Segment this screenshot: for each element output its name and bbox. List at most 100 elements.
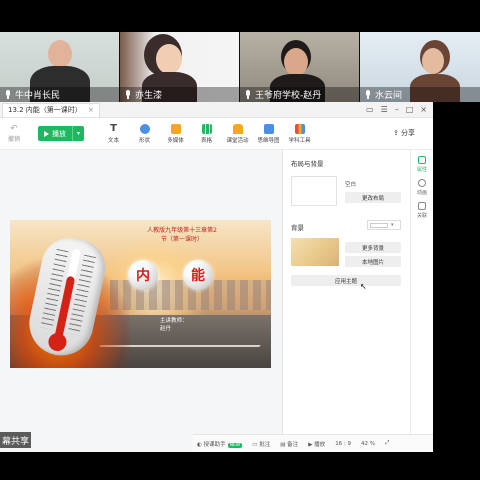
background-color-select[interactable]: ▾ (367, 220, 401, 230)
undo-button[interactable]: ↶ 撤销 (6, 124, 22, 143)
activity-icon (232, 123, 243, 134)
maximize-icon[interactable]: □ (406, 105, 414, 114)
annotate-button[interactable]: ▭ 批注 (252, 440, 270, 448)
screen: 牛中肖长民 亦生漆 王爷府学校-赵丹 水云间 13.2 内能（第一课时） × ▭… (0, 0, 480, 480)
presentation-app-window: 13.2 内能（第一课时） × ▭ ☰ – □ × ↶ 撤销 播放 ▾ T 文本… (0, 102, 433, 452)
tool-label: 课堂活动 (226, 137, 249, 144)
slide-canvas-area[interactable]: 人教版九年级第十三章第2 节（第一课时） 内 能 主讲教师： 赵丹 (0, 150, 282, 452)
background-label: 背景 (291, 224, 304, 232)
feedback-icon[interactable]: ▭ (366, 105, 374, 114)
tool-table[interactable]: 表格 (193, 123, 220, 144)
video-tile[interactable]: 亦生漆 (120, 32, 240, 102)
tool-text[interactable]: T 文本 (100, 123, 127, 144)
tool-label: 形状 (138, 137, 150, 144)
play-button[interactable]: 播放 ▾ (38, 126, 84, 141)
video-tile[interactable]: 王爷府学校-赵丹 (240, 32, 360, 102)
close-window-icon[interactable]: × (420, 105, 427, 114)
layout-name: 空白 (345, 182, 357, 188)
tool-media[interactable]: 多媒体 (162, 123, 189, 144)
notes-button[interactable]: ▤ 备注 (280, 440, 298, 448)
share-button[interactable]: ⇪ 分享 (393, 128, 415, 138)
close-tab-icon[interactable]: × (88, 106, 94, 114)
color-swatch (370, 222, 388, 228)
undo-label: 撤销 (7, 136, 20, 143)
participant-name: 亦生漆 (135, 91, 163, 101)
rail-label: 属性 (416, 167, 427, 173)
document-tab-title: 13.2 内能（第一课时） (8, 106, 82, 114)
tool-shape[interactable]: 形状 (131, 123, 158, 144)
assistant-label: 授课助手 (203, 441, 226, 448)
change-layout-button[interactable]: 更改布局 (345, 192, 401, 203)
status-play-button[interactable]: ▶ 播放 (308, 440, 325, 448)
participant-name-bar: 王爷府学校-赵丹 (240, 87, 359, 102)
menu-icon[interactable]: ☰ (381, 105, 388, 114)
tool-label: 多媒体 (167, 137, 184, 144)
layout-thumbnail[interactable] (291, 176, 337, 206)
new-badge: NEW (227, 442, 243, 448)
tool-class-activity[interactable]: 课堂活动 (224, 123, 251, 144)
tool-label: 思维导图 (257, 137, 280, 144)
participant-name-bar: 牛中肖长民 (0, 87, 119, 102)
apply-theme-button[interactable]: 应用主题 (291, 275, 401, 286)
slide-title-line: 节（第一课时） (160, 236, 203, 243)
share-label: 分享 (401, 129, 415, 137)
background-thumbnail[interactable] (291, 238, 339, 266)
video-strip: 牛中肖长民 亦生漆 王爷府学校-赵丹 水云间 (0, 32, 480, 102)
play-icon (44, 130, 49, 137)
rail-item-properties[interactable]: 属性 (411, 156, 433, 173)
status-play-label: 播放 (314, 441, 326, 448)
tool-label: 学科工具 (288, 137, 311, 144)
slide-presenter-name: 赵丹 (160, 326, 172, 332)
local-image-button[interactable]: 本地图片 (345, 256, 401, 267)
tool-mindmap[interactable]: 思维导图 (255, 123, 282, 144)
shape-icon (139, 123, 150, 134)
insert-tools: T 文本 形状 多媒体 表格 课堂活动 思维导图 学科工具 (100, 123, 313, 144)
participant-head (422, 48, 444, 74)
rail-label: 动画 (416, 190, 427, 196)
rail-item-animation[interactable]: 动画 (411, 179, 433, 196)
slide-presenter[interactable]: 主讲教师： 赵丹 (160, 317, 188, 333)
play-dropdown-icon[interactable]: ▾ (72, 126, 84, 141)
microphone-icon (245, 90, 251, 99)
link-icon (418, 202, 426, 210)
undo-icon: ↶ (10, 124, 18, 134)
microphone-icon (125, 90, 131, 99)
thermometer-bulb (46, 331, 69, 353)
participant-name-bar: 水云间 (360, 87, 480, 102)
participant-name: 王爷府学校-赵丹 (255, 91, 322, 101)
slide[interactable]: 人教版九年级第十三章第2 节（第一课时） 内 能 主讲教师： 赵丹 (10, 220, 271, 368)
layout-background-panel: 布局与背景 空白 更改布局 背景 ▾ 更多背景 本地图片 应用主题 ↖ (282, 150, 410, 452)
more-backgrounds-button[interactable]: 更多背景 (345, 242, 401, 253)
participant-name: 牛中肖长民 (15, 91, 61, 101)
fullscreen-icon[interactable]: ⤢ (385, 440, 389, 447)
video-tile[interactable]: 牛中肖长民 (0, 32, 120, 102)
status-bar: ◐ 授课助手 NEW ▭ 批注 ▤ 备注 ▶ 播放 16 : 9 42 % ⤢ (193, 434, 433, 452)
tool-label: 表格 (200, 137, 212, 144)
slide-title[interactable]: 人教版九年级第十三章第2 节（第一课时） (122, 226, 242, 244)
minimize-icon[interactable]: – (395, 105, 399, 114)
main-toolbar: ↶ 撤销 播放 ▾ T 文本 形状 多媒体 表格 课堂活动 思维导图 学科工具 … (0, 118, 433, 150)
rail-item-link[interactable]: 关联 (411, 202, 433, 219)
side-icon-rail: 属性 动画 关联 (410, 150, 433, 452)
video-tile[interactable]: 水云间 (360, 32, 480, 102)
participant-head (284, 48, 308, 76)
mindmap-icon (263, 123, 274, 134)
panel-title: 布局与背景 (291, 160, 324, 168)
slide-orb[interactable]: 内 (128, 260, 158, 290)
zoom-level[interactable]: 42 % (361, 441, 375, 447)
animation-icon (418, 179, 426, 187)
notes-label: 备注 (287, 441, 299, 448)
document-tab[interactable]: 13.2 内能（第一课时） × (2, 102, 100, 117)
tool-subject-tools[interactable]: 学科工具 (286, 123, 313, 144)
slide-presenter-label: 主讲教师： (160, 318, 188, 324)
annotate-label: 批注 (259, 441, 271, 448)
mouse-cursor-icon: ↖ (360, 282, 367, 291)
microphone-icon (365, 90, 371, 99)
aspect-ratio-select[interactable]: 16 : 9 (335, 441, 351, 447)
media-icon (170, 123, 181, 134)
title-bar: 13.2 内能（第一课时） × ▭ ☰ – □ × (0, 102, 433, 118)
slide-orb[interactable]: 能 (183, 260, 213, 290)
table-icon (201, 123, 212, 134)
participant-name-bar: 亦生漆 (120, 87, 239, 102)
teaching-assistant-button[interactable]: ◐ 授课助手 NEW (197, 440, 243, 448)
